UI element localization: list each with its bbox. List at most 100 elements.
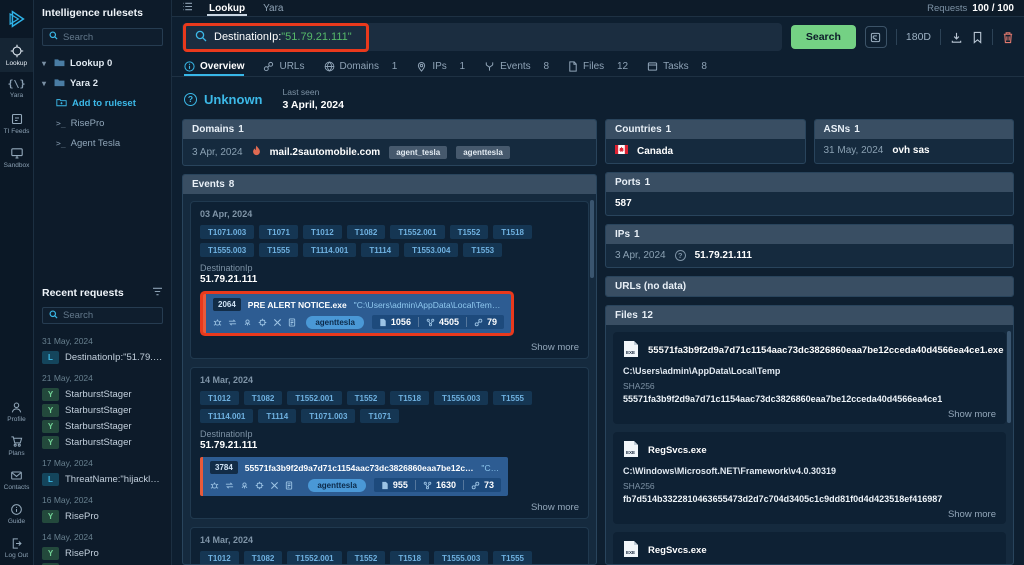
asn-row[interactable]: 31 May, 2024 ovh sas <box>815 139 1014 162</box>
filter-icon[interactable] <box>152 287 163 299</box>
technique-badge[interactable]: T1518 <box>493 225 532 239</box>
file-name[interactable]: 55571fa3b9f2d9a7d71c1154aac73dc3826860ea… <box>648 345 1004 356</box>
domain-row[interactable]: 3 Apr, 2024 mail.2sautomobile.com agent_… <box>183 139 596 165</box>
delete-button[interactable] <box>1002 31 1014 44</box>
recent-item[interactable]: Y New Rule <box>42 561 163 565</box>
recent-item[interactable]: Y RisePro <box>42 545 163 561</box>
technique-badge[interactable]: T1012 <box>200 551 239 564</box>
recent-item[interactable]: Y StarburstStager <box>42 402 163 418</box>
recent-search-input[interactable] <box>63 310 156 321</box>
tab-ips[interactable]: IPs 1 <box>416 56 465 76</box>
technique-badge[interactable]: T1012 <box>303 225 342 239</box>
rulesets-search-input[interactable] <box>63 32 156 43</box>
technique-badge[interactable]: T1082 <box>244 551 283 564</box>
list-icon[interactable] <box>182 2 193 14</box>
country-row[interactable]: Canada <box>606 139 805 163</box>
technique-badge[interactable]: T1071.003 <box>301 409 355 423</box>
technique-badge[interactable]: T1555.003 <box>434 391 488 405</box>
technique-badge[interactable]: T1555 <box>493 551 532 564</box>
tree-item-agent-tesla[interactable]: >_ Agent Tesla <box>42 136 163 151</box>
malware-family-tag[interactable]: agenttesla <box>306 316 364 329</box>
technique-badge[interactable]: T1555 <box>259 243 298 257</box>
technique-badge[interactable]: T1082 <box>347 225 386 239</box>
bookmark-button[interactable] <box>972 31 983 44</box>
topbar-tab-yara[interactable]: Yara <box>261 0 285 16</box>
technique-badge[interactable]: T1555.003 <box>200 243 254 257</box>
tab-domains[interactable]: Domains 1 <box>324 56 398 76</box>
rulesets-search[interactable] <box>42 28 163 46</box>
technique-badge[interactable]: T1555 <box>493 391 532 405</box>
technique-badge[interactable]: T1071 <box>259 225 298 239</box>
topbar-tab-lookup[interactable]: Lookup <box>207 0 247 16</box>
show-more-link[interactable]: Show more <box>531 502 579 513</box>
period-selector[interactable]: 180D <box>906 31 931 43</box>
sha-hash[interactable]: fb7d514b3322810463655473d2d7c704d3405c1c… <box>623 494 996 504</box>
rail-item-logout[interactable]: Log Out <box>0 531 33 565</box>
recent-item[interactable]: Y RisePro <box>42 508 163 524</box>
technique-badge[interactable]: T1012 <box>200 391 239 405</box>
tab-events[interactable]: Events 8 <box>484 56 549 76</box>
file-name[interactable]: RegSvcs.exe <box>648 545 707 556</box>
tab-tasks[interactable]: Tasks 8 <box>647 56 707 76</box>
recent-item[interactable]: L DestinationIp:"51.79.21... <box>42 349 163 365</box>
port-row[interactable]: 587 <box>606 192 1013 215</box>
technique-badge[interactable]: T1555.003 <box>434 551 488 564</box>
technique-badge[interactable]: T1071.003 <box>200 225 254 239</box>
rail-item-contacts[interactable]: Contacts <box>0 463 33 497</box>
technique-badge[interactable]: T1552 <box>347 551 386 564</box>
technique-badge[interactable]: T1552.001 <box>287 391 341 405</box>
ip-row[interactable]: 3 Apr, 2024 ? 51.79.21.111 <box>606 244 1013 267</box>
show-more-link[interactable]: Show more <box>531 342 579 353</box>
technique-badge[interactable]: T1552.001 <box>390 225 444 239</box>
technique-badge[interactable]: T1518 <box>390 551 429 564</box>
export-button[interactable] <box>950 31 963 44</box>
search-button[interactable]: Search <box>791 25 856 49</box>
show-more-link[interactable]: Show more <box>948 509 996 520</box>
rail-item-plans[interactable]: Plans <box>0 429 33 463</box>
technique-badge[interactable]: T1552.001 <box>287 551 341 564</box>
rail-item-guide[interactable]: Guide <box>0 497 33 531</box>
process-row-highlighted annotation-box-process[interactable]: 2064 PRE ALERT NOTICE.exe "C:\Users\admi… <box>203 294 511 333</box>
rail-item-ti-feeds[interactable]: TI Feeds <box>0 106 33 140</box>
rail-item-profile[interactable]: Profile <box>0 395 33 429</box>
tree-item-add-to-ruleset[interactable]: Add to ruleset <box>42 96 163 111</box>
link-icon <box>263 61 274 72</box>
tab-files[interactable]: Files 12 <box>568 56 628 76</box>
tree-item-risepro[interactable]: >_ RisePro <box>42 116 163 131</box>
recent-search[interactable] <box>42 307 163 324</box>
file-name[interactable]: RegSvcs.exe <box>648 445 707 456</box>
technique-badge[interactable]: T1114 <box>361 243 399 257</box>
process-row[interactable]: 3784 55571fa3b9f2d9a7d71c1154aac73dc3826… <box>200 457 508 496</box>
sha-hash[interactable]: 55571fa3b9f2d9a7d71c1154aac73dc3826860ea… <box>623 394 996 404</box>
tree-item-lookup-folder[interactable]: ▾ Lookup 0 <box>42 56 163 71</box>
technique-badge[interactable]: T1553 <box>463 243 502 257</box>
technique-badge[interactable]: T1114.001 <box>303 243 356 257</box>
technique-badge[interactable]: T1553.004 <box>404 243 458 257</box>
technique-badge[interactable]: T1114.001 <box>200 409 253 423</box>
query-templates-button[interactable] <box>865 26 887 48</box>
technique-badge[interactable]: T1071 <box>360 409 399 423</box>
recent-item[interactable]: Y StarburstStager <box>42 386 163 402</box>
technique-badge[interactable]: T1114 <box>258 409 296 423</box>
rail-item-yara[interactable]: {\} Yara <box>0 72 33 106</box>
malware-tag[interactable]: agent_tesla <box>389 146 447 159</box>
app-logo[interactable] <box>0 0 33 38</box>
malware-family-tag[interactable]: agenttesla <box>308 479 366 492</box>
technique-badge[interactable]: T1552 <box>347 391 386 405</box>
scrollbar-thumb[interactable] <box>1007 331 1011 423</box>
rail-item-sandbox[interactable]: Sandbox <box>0 140 33 174</box>
technique-badge[interactable]: T1552 <box>450 225 489 239</box>
malware-tag[interactable]: agenttesla <box>456 146 510 159</box>
technique-badge[interactable]: T1518 <box>390 391 429 405</box>
tree-item-yara-folder[interactable]: ▾ Yara 2 <box>42 76 163 91</box>
query-input[interactable]: DestinationIp:"51.79.21.111" <box>182 23 782 51</box>
scrollbar-thumb[interactable] <box>590 200 594 278</box>
recent-item[interactable]: Y StarburstStager <box>42 434 163 450</box>
technique-badge[interactable]: T1082 <box>244 391 283 405</box>
tab-overview[interactable]: Overview <box>184 56 244 76</box>
recent-item[interactable]: Y StarburstStager <box>42 418 163 434</box>
show-more-link[interactable]: Show more <box>948 409 996 420</box>
rail-item-lookup[interactable]: Lookup <box>0 38 33 72</box>
tab-urls[interactable]: URLs <box>263 56 304 76</box>
recent-item[interactable]: L ThreatName:"hijackload... <box>42 471 163 487</box>
